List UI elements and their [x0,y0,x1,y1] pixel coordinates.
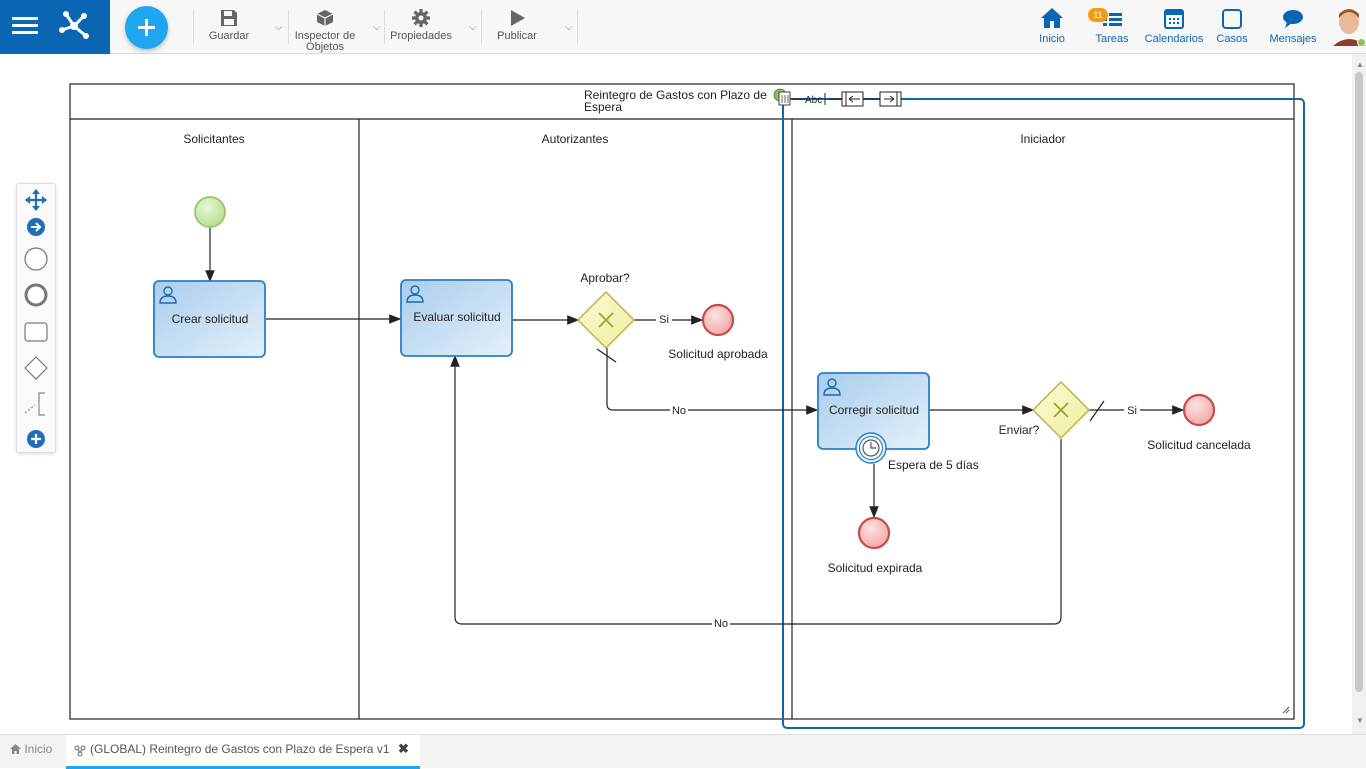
chevron-down-icon: ⌵ [565,22,573,33]
move-right-icon[interactable] [879,91,902,107]
close-icon[interactable]: ✖ [398,741,409,757]
toolbar-separator [384,10,385,44]
online-status-dot [1357,38,1366,47]
task-create-request[interactable]: Crear solicitud [153,280,266,358]
flow-label-no[interactable]: No [714,618,728,630]
shape-palette [16,183,56,453]
cube-icon [316,10,334,26]
nav-cases[interactable]: Casos [1212,6,1252,50]
task-evaluate-request[interactable]: Evaluar solicitud [400,279,513,357]
inline-text-tool[interactable]: Abc [805,95,822,106]
save-label: Guardar [208,30,250,42]
home-icon [10,744,21,754]
save-dropdown[interactable]: ⌵ [268,8,283,52]
flow-label-no[interactable]: No [672,405,686,417]
end-event-label[interactable]: Solicitud expirada [828,561,923,575]
properties-label: Propiedades [390,30,452,42]
end-event-shape-icon[interactable] [23,282,49,308]
nav-messages-label: Mensajes [1269,33,1317,45]
document-tab-bar: Inicio (GLOBAL) Reintegro de Gastos con … [0,734,1366,769]
nav-calendars-label: Calendarios [1144,33,1204,45]
connect-arrow-icon[interactable] [23,214,49,240]
timer-label[interactable]: Espera de 5 días [888,458,979,472]
end-event-expired[interactable] [857,516,891,550]
publish-dropdown[interactable]: ⌵ [558,8,573,52]
brand-block [0,0,110,54]
tab-process-document[interactable]: (GLOBAL) Reintegro de Gastos con Plazo d… [66,735,420,769]
task-shape-icon[interactable] [23,319,49,345]
logo-icon [59,11,89,39]
pool-title-line-2[interactable]: Espera [584,100,622,114]
flow-label-yes[interactable]: Si [659,314,669,326]
gear-icon [412,9,430,27]
nav-home[interactable]: Inicio [1032,6,1072,50]
toolbar-separator [577,10,578,44]
gateway-label[interactable]: Enviar? [999,423,1040,437]
end-event-cancelled[interactable] [1182,393,1216,427]
start-event[interactable] [194,196,226,228]
toolbar-separator [481,10,482,44]
gateway-shape-icon[interactable] [23,355,49,381]
save-button[interactable]: Guardar [204,8,254,52]
chevron-down-icon: ⌵ [373,22,381,33]
process-icon [74,745,86,757]
publish-button[interactable]: Publicar [492,8,542,52]
home-icon [1041,8,1063,28]
lane-title-requesters[interactable]: Solicitantes [183,132,244,146]
toolbar-separator [193,10,194,44]
task-label: Corregir solicitud [829,403,919,417]
nav-home-label: Inicio [1039,33,1065,45]
flow-label-yes[interactable]: Si [1127,405,1137,417]
properties-dropdown[interactable]: ⌵ [462,8,477,52]
more-shapes-plus-icon[interactable] [23,426,49,452]
nav-cases-label: Casos [1216,33,1248,45]
end-event-approved[interactable] [701,303,735,337]
bpmn-diagram[interactable]: Reintegro de Gastos con Plazo de Espera … [0,54,1352,734]
inspector-label-2: Objetos [306,41,344,53]
chevron-down-icon: ⌵ [469,22,477,33]
scroll-up-arrow-icon[interactable]: ▲ [1356,60,1364,69]
calendar-icon [1164,9,1184,29]
end-event-label[interactable]: Solicitud aprobada [668,347,768,361]
plus-icon [138,19,155,36]
object-inspector-button[interactable]: Inspector de Objetos [293,8,357,53]
diagram-canvas[interactable]: Reintegro de Gastos con Plazo de Espera … [0,54,1352,734]
end-event-label[interactable]: Solicitud cancelada [1147,438,1251,452]
nav-messages[interactable]: Mensajes [1266,6,1320,50]
case-icon [1222,9,1242,29]
scroll-down-arrow-icon[interactable]: ▼ [1356,716,1364,725]
trash-icon[interactable] [778,91,791,106]
hamburger-menu-icon[interactable] [12,14,38,40]
add-button[interactable] [125,6,168,49]
inspector-dropdown[interactable]: ⌵ [366,8,381,52]
nav-tasks-label: Tareas [1095,33,1129,45]
chevron-down-icon: ⌵ [275,22,283,33]
move-arrows-icon[interactable] [23,187,49,213]
task-label: Crear solicitud [172,312,249,326]
scroll-thumb[interactable] [1355,72,1363,692]
gateway-label[interactable]: Aprobar? [580,271,630,285]
tasks-count-badge: 11 [1088,8,1108,22]
top-toolbar: Guardar ⌵ Inspector de Objetos ⌵ Propied… [0,0,1366,54]
move-left-icon[interactable] [841,91,864,107]
annotation-connector-icon[interactable] [23,391,49,417]
properties-button[interactable]: Propiedades [388,8,454,52]
nav-calendars[interactable]: Calendarios [1142,6,1206,50]
start-event-shape-icon[interactable] [23,246,49,272]
publish-label: Publicar [497,30,537,42]
play-icon [511,10,525,26]
lane-title-initiator[interactable]: Iniciador [1020,132,1065,146]
toolbar-separator [288,10,289,44]
timer-boundary-event[interactable] [855,432,887,464]
tab-title: (GLOBAL) Reintegro de Gastos con Plazo d… [90,742,390,756]
task-label: Evaluar solicitud [413,310,500,324]
lane-title-authorizers[interactable]: Autorizantes [542,132,609,146]
vertical-scrollbar[interactable]: ▲ ▼ [1352,54,1366,734]
tab-home[interactable]: Inicio [10,742,52,756]
clock-icon [862,439,880,457]
floppy-disk-icon [221,10,237,26]
tab-home-label: Inicio [24,742,53,756]
chat-bubble-icon [1283,10,1303,28]
